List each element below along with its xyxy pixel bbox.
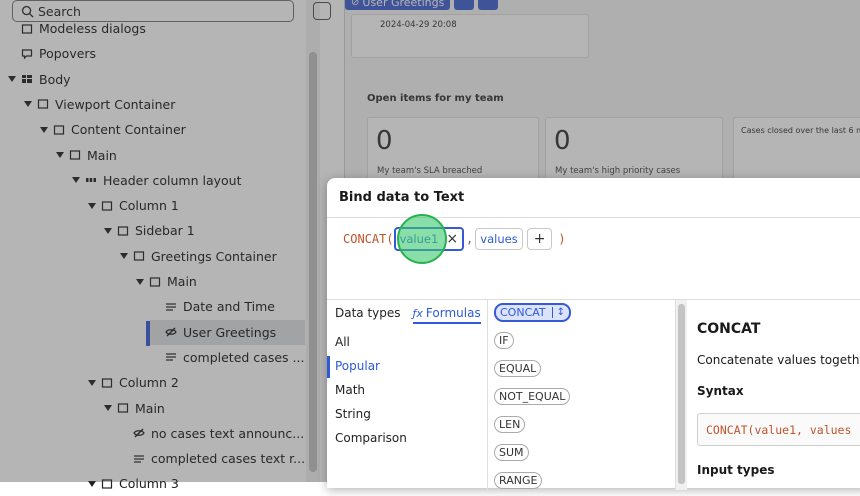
function-item[interactable]: IF [494,332,514,349]
arg-values-chip[interactable]: values [475,228,523,250]
category-column: Data types ƒx Formulas All Popular Math Stri… [327,300,488,490]
click-indicator [397,214,447,264]
detail-syntax-label: Syntax [697,384,744,398]
function-concat-selected[interactable]: CONCAT ↕ [494,303,572,322]
bind-data-dialog: Bind data to Text CONCAT( value1 × , val… [327,178,860,490]
remove-arg-icon[interactable]: × [446,231,458,247]
function-item[interactable]: EQUAL [494,360,542,377]
detail-function-name: CONCAT [697,321,761,337]
category-item[interactable]: Popular [335,359,380,373]
fx-icon: ƒx [412,307,423,320]
function-detail: CONCAT Concatenate values together Synta… [697,300,860,490]
sort-icon: ↕ [551,307,565,318]
category-item[interactable]: String [335,407,371,421]
function-item[interactable]: SUM [494,444,529,461]
function-item[interactable]: RANGE [494,472,543,489]
detail-syntax-code: CONCAT(value1, values [697,413,860,446]
function-label: CONCAT [500,306,546,319]
formula-expression: CONCAT( value1 × , values + ) [343,227,566,251]
category-item[interactable]: All [335,335,350,349]
tab-data-types[interactable]: Data types [335,304,401,324]
function-list: CONCAT ↕ IF EQUAL NOT_EQUAL LEN SUM RANGE [489,300,676,490]
detail-description: Concatenate values together [697,353,860,367]
category-item[interactable]: Math [335,383,365,397]
category-item[interactable]: Comparison [335,431,407,445]
dialog-title: Bind data to Text [339,190,465,205]
picker-tabs: Data types ƒx Formulas [335,304,481,324]
tab-formulas-label: Formulas [425,306,481,320]
function-item[interactable]: LEN [494,416,526,433]
active-category-bar [327,356,330,378]
function-item[interactable]: NOT_EQUAL [494,388,571,405]
tab-formulas[interactable]: ƒx Formulas [412,304,481,324]
add-arg-button[interactable]: + [526,228,553,250]
close-paren: ) [558,232,566,246]
function-name: CONCAT( [343,232,394,246]
function-list-scrollbar[interactable] [676,300,687,490]
detail-input-types-label: Input types [697,463,775,477]
